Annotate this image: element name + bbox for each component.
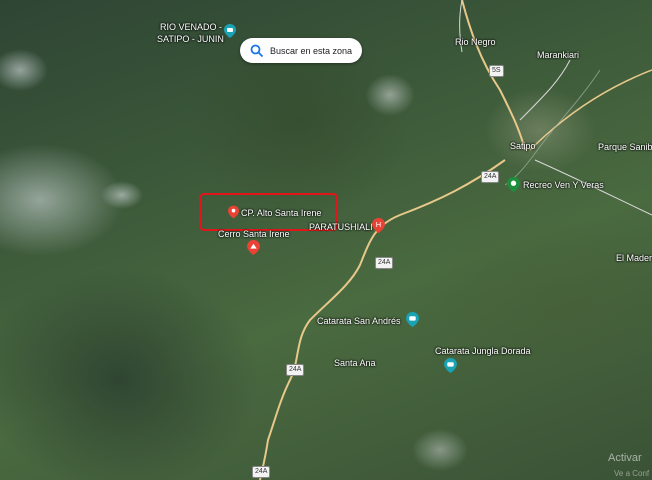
road-shield-24a-1: 24A: [481, 171, 500, 183]
activation-watermark: Activar: [608, 452, 642, 464]
road-network: [259, 0, 652, 480]
road-marankiari: [519, 59, 571, 121]
search-icon: [250, 44, 264, 57]
place-label-marankiari[interactable]: Marankiari: [537, 50, 579, 60]
place-label-paratushiali[interactable]: PARATUSHIALI: [309, 222, 373, 232]
place-label-rio-negro[interactable]: Rio Negro: [455, 37, 496, 47]
svg-text:H: H: [376, 220, 381, 229]
mountain-pin-icon[interactable]: [247, 240, 260, 255]
road-shield-24a-2: 24A: [375, 257, 394, 269]
road-shield-24a-3: 24A: [286, 364, 305, 376]
place-label-santa-ana[interactable]: Santa Ana: [334, 358, 376, 368]
activation-watermark-line2: Ve a Conf: [614, 469, 650, 478]
park-pin-icon[interactable]: [507, 177, 520, 192]
attraction-pin-icon[interactable]: [224, 24, 236, 38]
place-label-catarata-san-andres[interactable]: Catarata San Andrés: [317, 316, 401, 326]
waterfall-pin-icon-2[interactable]: [444, 358, 457, 373]
place-label-recreo[interactable]: Recreo Ven Y Veras: [523, 180, 604, 190]
place-label-satipo[interactable]: Satipo: [510, 141, 536, 151]
place-label-el-mader[interactable]: El Mader: [616, 253, 652, 263]
place-label-parque[interactable]: Parque Sanib: [598, 142, 652, 152]
place-label-rio-venado[interactable]: RIO VENADO -: [160, 22, 222, 32]
location-pin-icon[interactable]: [228, 205, 239, 219]
place-label-cerro[interactable]: Cerro Santa Irene: [218, 229, 290, 239]
waterfall-pin-icon[interactable]: [406, 312, 419, 327]
search-this-area-button[interactable]: Buscar en esta zona: [240, 38, 362, 63]
place-label-cp-alto[interactable]: CP. Alto Santa Irene: [241, 208, 321, 218]
hospital-pin-icon[interactable]: H: [372, 218, 385, 233]
place-label-rio-venado-line2[interactable]: SATIPO - JUNIN: [157, 34, 224, 44]
place-label-catarata-jungla-dorada[interactable]: Catarata Jungla Dorada: [435, 346, 531, 356]
map-canvas[interactable]: RIO VENADO - SATIPO - JUNIN Buscar en es…: [0, 0, 652, 480]
road-shield-5s: 5S: [489, 65, 504, 77]
road-shield-24a-4: 24A: [252, 466, 271, 478]
search-button-label: Buscar en esta zona: [270, 45, 353, 56]
